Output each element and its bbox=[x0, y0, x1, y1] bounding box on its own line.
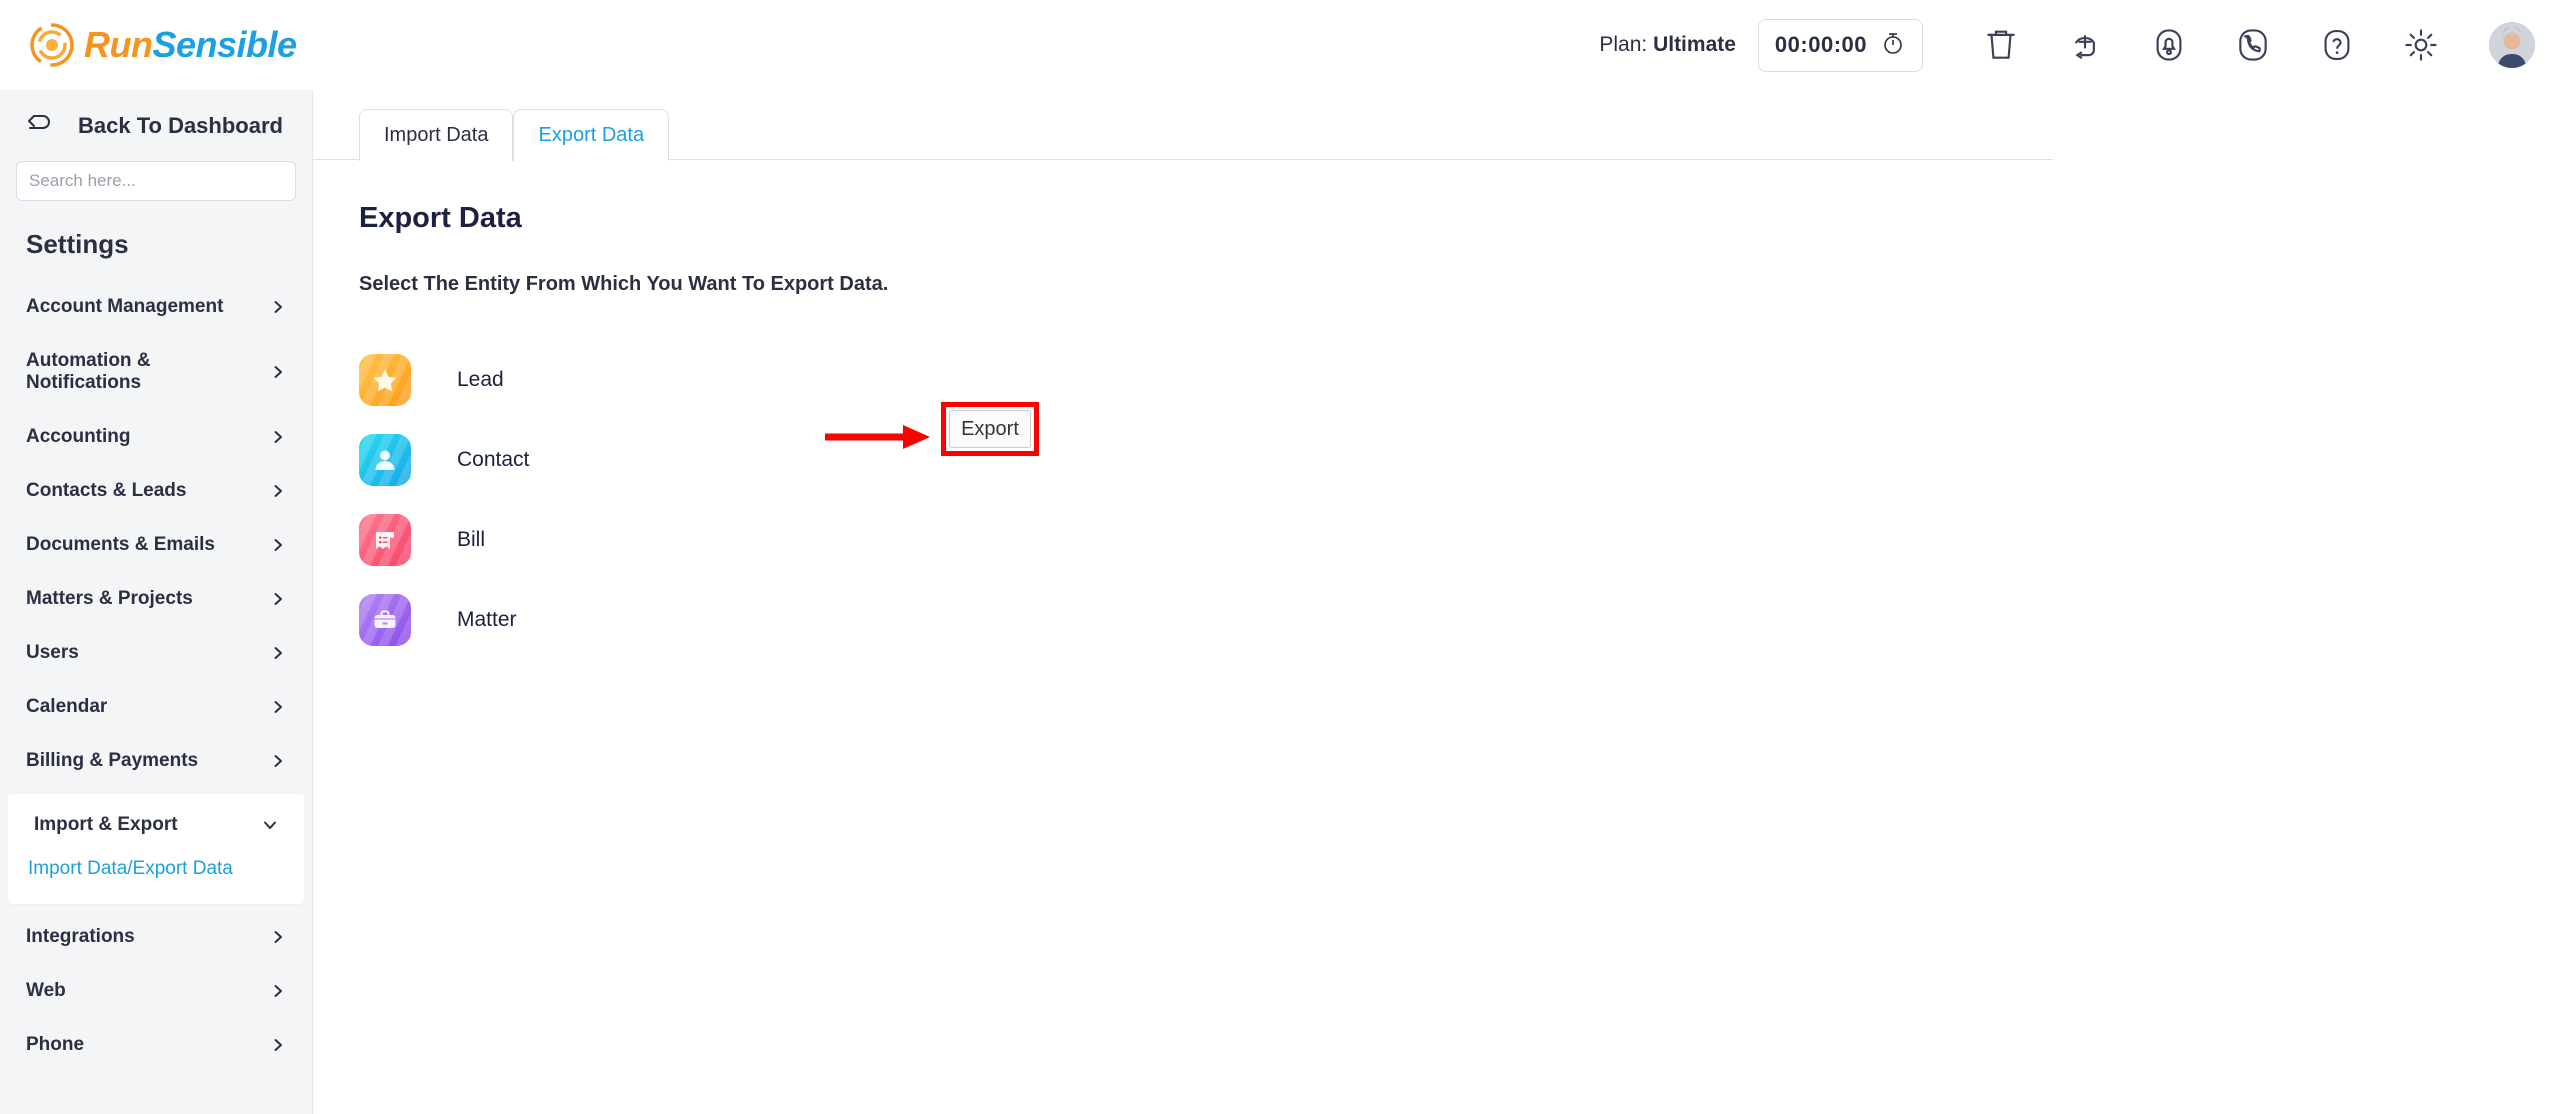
sidebar-item-label: Web bbox=[26, 980, 66, 1001]
sidebar-group-import-export: Import & Export Import Data/Export Data bbox=[8, 794, 304, 904]
settings-sidebar: Back To Dashboard Settings Account Manag… bbox=[0, 90, 313, 1114]
sidebar-item-integrations[interactable]: Integrations bbox=[0, 910, 312, 964]
runsensible-swirl-icon bbox=[30, 23, 74, 67]
entity-row-contact[interactable]: Contact bbox=[359, 420, 2559, 500]
annotation-arrow-icon bbox=[825, 425, 930, 449]
top-header-bar: RunSensible Plan: Ultimate 00:00:00 bbox=[0, 0, 2559, 90]
trash-icon[interactable] bbox=[1959, 26, 2043, 64]
person-icon bbox=[359, 434, 411, 486]
sidebar-search bbox=[0, 161, 312, 201]
time-tracker-widget[interactable]: 00:00:00 bbox=[1757, 18, 1923, 72]
help-question-icon[interactable] bbox=[2295, 26, 2379, 64]
sidebar-item-label: Contacts & Leads bbox=[26, 480, 187, 501]
entity-row-matter[interactable]: Matter bbox=[359, 580, 2559, 660]
chevron-right-icon bbox=[270, 753, 286, 769]
page-subtitle: Select The Entity From Which You Want To… bbox=[359, 273, 889, 295]
sidebar-item-import-export[interactable]: Import & Export bbox=[8, 794, 304, 850]
plan-indicator: Plan: Ultimate bbox=[1599, 33, 1736, 57]
quick-add-icon[interactable] bbox=[2043, 26, 2127, 64]
stopwatch-icon bbox=[1880, 30, 1906, 61]
chevron-right-icon bbox=[270, 429, 286, 445]
back-to-dashboard-button[interactable]: Back To Dashboard bbox=[0, 90, 312, 161]
entity-label: Lead bbox=[457, 368, 504, 391]
sidebar-item-contacts-leads[interactable]: Contacts & Leads bbox=[0, 464, 312, 518]
chevron-right-icon bbox=[270, 699, 286, 715]
sidebar-item-label: Calendar bbox=[26, 696, 108, 717]
brand-logo[interactable]: RunSensible bbox=[30, 23, 297, 67]
sidebar-item-automation-notifications[interactable]: Automation & Notifications bbox=[0, 334, 312, 410]
annotation-highlight-box bbox=[941, 402, 1039, 456]
chevron-right-icon bbox=[270, 299, 286, 315]
sidebar-item-label: Documents & Emails bbox=[26, 534, 215, 555]
briefcase-icon bbox=[359, 594, 411, 646]
chevron-right-icon bbox=[270, 1037, 286, 1053]
main-content: Import Data Export Data Export Data Sele… bbox=[313, 90, 2559, 1114]
chevron-right-icon bbox=[270, 591, 286, 607]
receipt-icon bbox=[359, 514, 411, 566]
tab-export-data[interactable]: Export Data bbox=[513, 109, 670, 161]
sidebar-item-label: Import & Export bbox=[34, 814, 178, 835]
plan-value: Ultimate bbox=[1653, 33, 1736, 56]
tab-import-data[interactable]: Import Data bbox=[359, 109, 514, 161]
chevron-right-icon bbox=[270, 537, 286, 553]
logo-text-sensible: Sensible bbox=[152, 24, 297, 65]
entity-label: Matter bbox=[457, 608, 517, 631]
sidebar-item-billing-payments[interactable]: Billing & Payments bbox=[0, 734, 312, 788]
sidebar-item-web[interactable]: Web bbox=[0, 964, 312, 1018]
search-input[interactable] bbox=[16, 161, 296, 201]
sidebar-item-calendar[interactable]: Calendar bbox=[0, 680, 312, 734]
sidebar-item-account-management[interactable]: Account Management bbox=[0, 280, 312, 334]
back-to-dashboard-label: Back To Dashboard bbox=[78, 112, 283, 138]
sidebar-item-documents-emails[interactable]: Documents & Emails bbox=[0, 518, 312, 572]
sidebar-item-label: Phone bbox=[26, 1034, 85, 1055]
sidebar-item-label: Account Management bbox=[26, 296, 224, 317]
chevron-right-icon bbox=[270, 929, 286, 945]
sidebar-item-users[interactable]: Users bbox=[0, 626, 312, 680]
chevron-right-icon bbox=[270, 483, 286, 499]
sidebar-item-accounting[interactable]: Accounting bbox=[0, 410, 312, 464]
chevron-down-icon bbox=[262, 817, 278, 833]
sidebar-section-title: Settings bbox=[26, 229, 129, 259]
sidebar-item-matters-projects[interactable]: Matters & Projects bbox=[0, 572, 312, 626]
sidebar-subitem-import-export-data[interactable]: Import Data/Export Data bbox=[8, 850, 304, 894]
star-icon bbox=[359, 354, 411, 406]
chevron-right-icon bbox=[270, 364, 286, 380]
sidebar-item-label: Users bbox=[26, 642, 79, 663]
back-arrow-icon bbox=[26, 112, 52, 139]
page-title: Export Data bbox=[359, 202, 522, 234]
sidebar-item-label: Automation & Notifications bbox=[26, 350, 151, 393]
phone-icon[interactable] bbox=[2211, 26, 2295, 64]
header-actions: Plan: Ultimate 00:00:00 bbox=[1599, 18, 2535, 72]
chevron-right-icon bbox=[270, 645, 286, 661]
chevron-right-icon bbox=[270, 983, 286, 999]
sidebar-item-label: Accounting bbox=[26, 426, 131, 447]
notification-bell-icon[interactable] bbox=[2127, 26, 2211, 64]
entity-label: Bill bbox=[457, 528, 486, 551]
sidebar-item-label: Integrations bbox=[26, 926, 135, 947]
user-avatar[interactable] bbox=[2489, 22, 2535, 68]
logo-text-run: Run bbox=[84, 24, 153, 65]
settings-gear-icon[interactable] bbox=[2379, 26, 2463, 64]
entity-label: Contact bbox=[457, 448, 530, 471]
sidebar-item-label: Billing & Payments bbox=[26, 750, 199, 771]
tab-bar: Import Data Export Data bbox=[313, 90, 2559, 161]
sidebar-item-phone[interactable]: Phone bbox=[0, 1018, 312, 1072]
sidebar-item-label: Matters & Projects bbox=[26, 588, 193, 609]
entity-row-bill[interactable]: Bill bbox=[359, 500, 2559, 580]
entity-row-lead[interactable]: Lead bbox=[359, 340, 2559, 420]
plan-prefix: Plan: bbox=[1599, 33, 1648, 56]
timer-value: 00:00:00 bbox=[1774, 32, 1867, 57]
export-data-panel: Export Data Select The Entity From Which… bbox=[313, 160, 2559, 660]
